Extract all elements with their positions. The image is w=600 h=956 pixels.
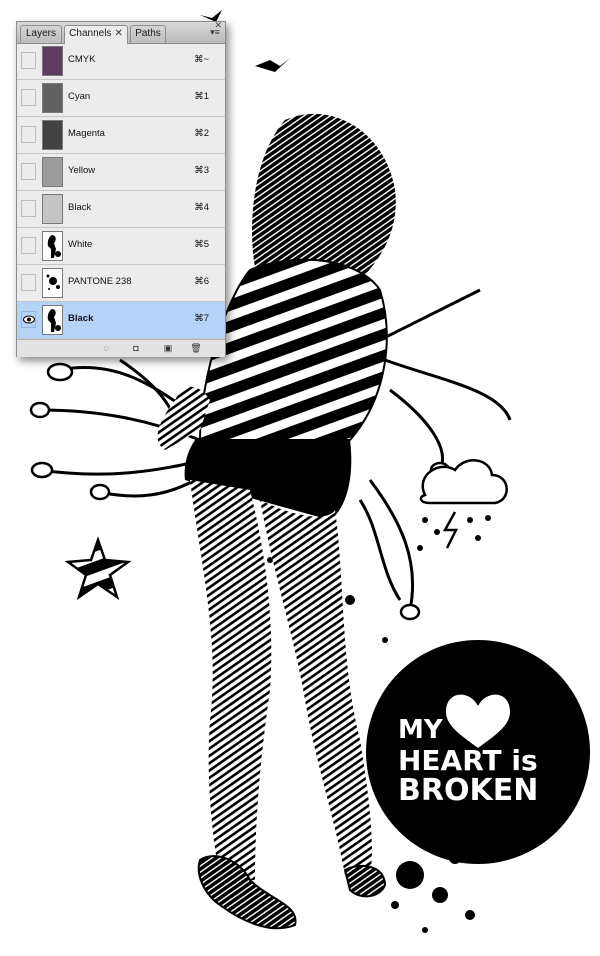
visibility-toggle[interactable] [21,89,36,106]
badge-text-broken: BROKEN [398,773,538,808]
visibility-toggle[interactable] [21,274,36,291]
tab-layers[interactable]: Layers [20,25,62,43]
channel-name: Black [68,313,94,324]
trash-icon[interactable]: 🗑 [189,342,203,354]
panel-menu-icon[interactable]: ▾≡ [208,25,222,39]
visibility-toggle[interactable] [21,163,36,180]
channel-thumbnail [42,157,63,187]
channel-thumbnail [42,194,63,224]
new-channel-icon[interactable]: ▣ [161,342,175,354]
channel-shortcut: ⌘1 [194,91,209,102]
channel-thumbnail [42,305,63,335]
channel-row[interactable]: White ⌘5 [17,228,225,265]
tab-channels[interactable]: Channels ✕ [64,25,128,44]
heart-badge: MY HEART is BROKEN [366,640,590,864]
channel-name: Black [68,202,92,213]
channel-name: White [68,239,93,250]
channel-row[interactable]: Magenta ⌘2 [17,117,225,154]
channel-shortcut: ⌘5 [194,239,209,250]
channel-row[interactable]: Black ⌘7 [17,302,225,339]
channel-name: PANTONE 238 [68,276,132,287]
visibility-toggle[interactable] [21,52,36,69]
channel-thumbnail [42,268,63,298]
channel-shortcut: ⌘~ [193,54,209,65]
channel-name: Magenta [68,128,105,139]
channel-name: CMYK [68,54,96,65]
badge-text-my: MY [398,715,444,745]
eye-icon [23,315,35,324]
figure-left-leg [190,480,272,880]
channel-thumbnail [42,83,63,113]
channel-thumbnail [42,46,63,76]
load-selection-icon[interactable]: ◌ [99,342,113,354]
save-selection-icon[interactable]: ◘ [129,342,143,354]
rain-cloud [417,459,508,551]
channel-shortcut: ⌘7 [194,313,209,324]
channel-shortcut: ⌘2 [194,128,209,139]
star-doodle [64,536,132,601]
channel-row[interactable]: Cyan ⌘1 [17,80,225,117]
channel-shortcut: ⌘4 [194,202,209,213]
tab-layers-label: Layers [25,28,56,39]
figure-right-shoe [343,864,387,898]
channel-thumbnail [42,120,63,150]
tab-paths-label: Paths [135,28,161,39]
channel-list: CMYK ⌘~ Cyan ⌘1 Magenta ⌘2 Yellow ⌘3 Black ⌘4 Whit… [17,43,225,339]
tab-channels-label: Channels [69,28,112,39]
channel-thumbnail [42,231,63,261]
close-icon[interactable]: ✕ [114,28,122,39]
channel-shortcut: ⌘6 [194,276,209,287]
figure-top [198,258,388,441]
channel-name: Yellow [68,165,96,176]
tab-paths[interactable]: Paths [130,25,166,43]
panel-tab-bar: Layers Channels ✕ Paths ✕ ▾≡ [17,20,225,44]
channels-panel: Layers Channels ✕ Paths ✕ ▾≡ CMYK ⌘~ Cyan ⌘1… [16,20,226,357]
channel-row[interactable]: CMYK ⌘~ [17,43,225,80]
panel-footer: ◌ ◘ ▣ 🗑 [17,339,225,357]
visibility-toggle[interactable] [21,311,36,328]
visibility-toggle[interactable] [21,126,36,143]
channel-row[interactable]: Black ⌘4 [17,191,225,228]
visibility-toggle[interactable] [21,237,36,254]
figure-right-leg [260,500,372,875]
channel-name: Cyan [68,91,91,102]
visibility-toggle[interactable] [21,200,36,217]
channel-row[interactable]: Yellow ⌘3 [17,154,225,191]
channel-row[interactable]: PANTONE 238 ⌘6 [17,265,225,302]
channel-shortcut: ⌘3 [194,165,209,176]
